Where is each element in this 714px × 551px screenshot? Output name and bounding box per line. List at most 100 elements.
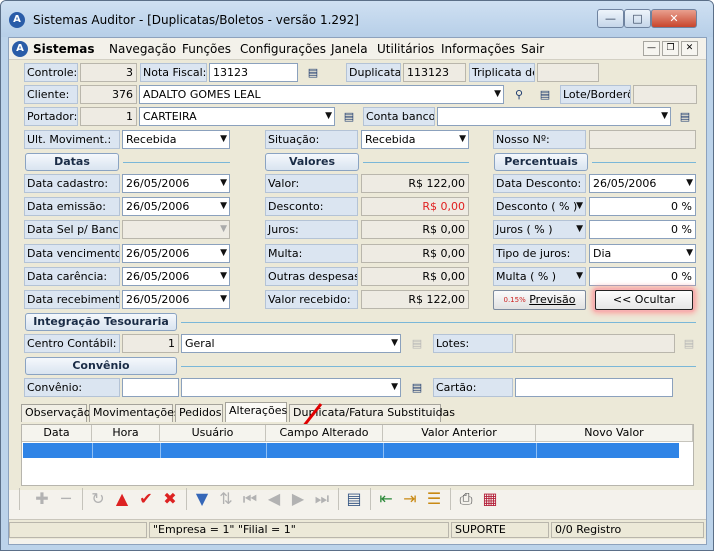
- lote-field[interactable]: [633, 85, 697, 104]
- data-vencimento-field[interactable]: 26/05/2006 ▼: [122, 244, 230, 263]
- ocultar-button[interactable]: << Ocultar: [595, 290, 693, 310]
- outras-despesas-field[interactable]: R$ 0,00: [361, 267, 469, 286]
- controle-field[interactable]: 3: [80, 63, 137, 82]
- data-carencia-field[interactable]: 26/05/2006 ▼: [122, 267, 230, 286]
- column-header-valor-anterior[interactable]: Valor Anterior: [383, 425, 536, 442]
- chevron-down-icon[interactable]: ▼: [494, 86, 501, 103]
- table-row-selected[interactable]: [23, 443, 679, 458]
- edit-record-icon[interactable]: ▲: [111, 488, 133, 510]
- multa-pct-select[interactable]: Multa ( % ) ▼: [493, 267, 586, 286]
- chevron-down-icon[interactable]: ▼: [686, 245, 693, 262]
- menu-funcoes[interactable]: Funções: [182, 42, 231, 56]
- centro-contabil-select[interactable]: Geral ▼: [181, 334, 401, 353]
- data-recebimento-field[interactable]: 26/05/2006 ▼: [122, 290, 230, 309]
- data-desconto-field[interactable]: 26/05/2006 ▼: [589, 174, 696, 193]
- print-icon[interactable]: ⎙: [455, 488, 477, 510]
- convenio-select[interactable]: ▼: [181, 378, 401, 397]
- cartao-field[interactable]: [515, 378, 673, 397]
- convenio-code-field[interactable]: [122, 378, 179, 397]
- menu-navegacao[interactable]: Navegação: [109, 42, 176, 56]
- calendar-icon[interactable]: ▦: [479, 488, 501, 510]
- chevron-down-icon[interactable]: ▼: [576, 198, 583, 215]
- menu-janela[interactable]: Janela: [331, 42, 368, 56]
- cancel-record-icon[interactable]: ✖: [159, 488, 181, 510]
- mdi-close-button[interactable]: ✕: [681, 41, 698, 56]
- cliente-lookup-icon[interactable]: ▤: [537, 87, 553, 103]
- menu-utilitarios[interactable]: Utilitários: [377, 42, 434, 56]
- chevron-down-icon[interactable]: ▼: [220, 291, 227, 308]
- desconto-pct-field[interactable]: 0 %: [589, 197, 696, 216]
- cliente-select[interactable]: ADALTO GOMES LEAL ▼: [139, 85, 504, 104]
- chevron-down-icon[interactable]: ▼: [220, 198, 227, 215]
- desconto-pct-select[interactable]: Desconto ( % ) ▼: [493, 197, 586, 216]
- import-icon[interactable]: ⇤: [375, 488, 397, 510]
- tab-movimentacoes[interactable]: Movimentações: [89, 404, 180, 422]
- search-icon[interactable]: ⚲: [511, 87, 527, 103]
- convenio-lookup-icon[interactable]: ▤: [409, 380, 425, 396]
- conta-lookup-icon[interactable]: ▤: [677, 109, 693, 125]
- portador-select[interactable]: CARTEIRA ▼: [139, 107, 335, 126]
- chevron-down-icon[interactable]: ▼: [325, 108, 332, 125]
- column-header-usuario[interactable]: Usuário: [160, 425, 266, 442]
- mdi-minimize-button[interactable]: —: [643, 41, 660, 56]
- window-tile-icon[interactable]: ▤: [343, 488, 365, 510]
- chevron-down-icon[interactable]: ▼: [576, 268, 583, 285]
- lotes-field[interactable]: [515, 334, 675, 353]
- chevron-down-icon[interactable]: ▼: [220, 245, 227, 262]
- column-header-novo-valor[interactable]: Novo Valor: [536, 425, 693, 442]
- valor-recebido-field[interactable]: R$ 122,00: [361, 290, 469, 309]
- chevron-down-icon[interactable]: ▼: [391, 379, 398, 396]
- chevron-down-icon[interactable]: ▼: [220, 131, 227, 148]
- close-button[interactable]: ✕: [651, 9, 697, 28]
- maximize-button[interactable]: □: [624, 9, 651, 28]
- chevron-down-icon[interactable]: ▼: [576, 221, 583, 238]
- multa-field[interactable]: R$ 0,00: [361, 244, 469, 263]
- valor-field[interactable]: R$ 122,00: [361, 174, 469, 193]
- filter-icon[interactable]: ▼: [191, 488, 213, 510]
- chevron-down-icon[interactable]: ▼: [459, 131, 466, 148]
- confirm-record-icon[interactable]: ✔: [135, 488, 157, 510]
- juros-pct-select[interactable]: Juros ( % ) ▼: [493, 220, 586, 239]
- column-header-hora[interactable]: Hora: [92, 425, 160, 442]
- export-icon[interactable]: ⇥: [399, 488, 421, 510]
- tab-alteracoes[interactable]: Alterações: [225, 402, 287, 422]
- tab-observacao[interactable]: Observação: [21, 404, 90, 422]
- data-emissao-field[interactable]: 26/05/2006 ▼: [122, 197, 230, 216]
- portador-lookup-icon[interactable]: ▤: [341, 109, 357, 125]
- chevron-down-icon[interactable]: ▼: [220, 268, 227, 285]
- juros-pct-field[interactable]: 0 %: [589, 220, 696, 239]
- data-cadastro-field[interactable]: 26/05/2006 ▼: [122, 174, 230, 193]
- column-header-campo[interactable]: Campo Alterado: [266, 425, 383, 442]
- menu-sistemas[interactable]: Sistemas: [33, 42, 95, 56]
- ult-moviment-select[interactable]: Recebida ▼: [122, 130, 230, 149]
- duplicata-field[interactable]: 113123: [403, 63, 466, 82]
- minimize-button[interactable]: —: [597, 9, 624, 28]
- report-icon[interactable]: ☰: [423, 488, 445, 510]
- nota-fiscal-field[interactable]: 13123: [209, 63, 298, 82]
- cliente-code-field[interactable]: 376: [80, 85, 137, 104]
- nota-lookup-icon[interactable]: ▤: [305, 65, 321, 81]
- menu-sair[interactable]: Sair: [521, 42, 544, 56]
- chevron-down-icon[interactable]: ▼: [686, 175, 693, 192]
- centro-contabil-code[interactable]: 1: [122, 334, 179, 353]
- portador-code-field[interactable]: 1: [80, 107, 137, 126]
- tipo-juros-select[interactable]: Dia ▼: [589, 244, 696, 263]
- chevron-down-icon[interactable]: ▼: [391, 335, 398, 352]
- nosso-numero-field[interactable]: [589, 130, 696, 149]
- triplicata-field[interactable]: [537, 63, 599, 82]
- situacao-select[interactable]: Recebida ▼: [361, 130, 469, 149]
- auditor-menu-icon[interactable]: A: [12, 41, 28, 57]
- column-header-data[interactable]: Data: [22, 425, 92, 442]
- desconto-field[interactable]: R$ 0,00: [361, 197, 469, 216]
- previsao-button[interactable]: 0.15% Previsão: [493, 290, 586, 310]
- multa-pct-field[interactable]: 0 %: [589, 267, 696, 286]
- menu-configuracoes[interactable]: Configurações: [240, 42, 326, 56]
- alteracoes-grid[interactable]: Data Hora Usuário Campo Alterado Valor A…: [21, 424, 694, 486]
- menu-informacoes[interactable]: Informações: [441, 42, 515, 56]
- mdi-restore-button[interactable]: ❐: [662, 41, 679, 56]
- conta-banco-select[interactable]: ▼: [437, 107, 671, 126]
- chevron-down-icon[interactable]: ▼: [220, 175, 227, 192]
- juros-field[interactable]: R$ 0,00: [361, 220, 469, 239]
- chevron-down-icon[interactable]: ▼: [661, 108, 668, 125]
- tab-pedidos[interactable]: Pedidos: [175, 404, 223, 422]
